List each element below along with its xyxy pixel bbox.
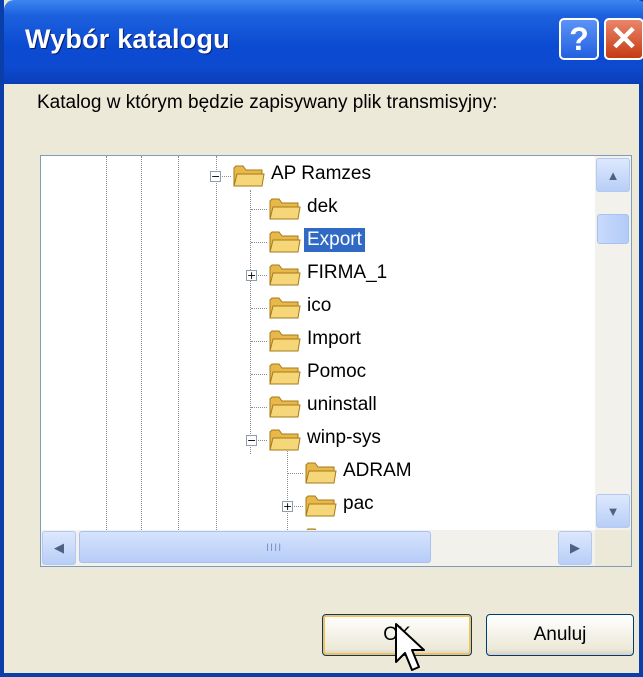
close-button[interactable]: ✕ <box>604 18 643 60</box>
folder-tree[interactable]: − AP Ramzes dek Export + FIRMA_1ico Import Pomo… <box>41 156 595 530</box>
folder-icon <box>269 297 301 319</box>
tree-node[interactable]: + FIRMA_1 <box>41 259 595 291</box>
folder-icon <box>305 462 337 484</box>
cancel-label: Anuluj <box>533 624 587 645</box>
tree-node[interactable]: − AP Ramzes <box>41 160 595 192</box>
tree-node[interactable]: Export <box>41 226 595 258</box>
chevron-up-icon: ▲ <box>606 167 620 183</box>
mouse-pointer-icon <box>395 623 425 671</box>
folder-icon <box>305 495 337 517</box>
horizontal-scrollbar[interactable]: ◀ IIII ▶ <box>41 530 595 566</box>
tree-node[interactable]: + pac <box>41 490 595 522</box>
tree-node[interactable]: − winp-sys <box>41 424 595 456</box>
tree-node-label[interactable]: pac <box>340 492 377 516</box>
tree-node[interactable]: ADRAM <box>41 457 595 489</box>
cancel-button[interactable]: Anuluj <box>486 614 634 656</box>
help-icon: ? <box>569 20 589 57</box>
folder-icon <box>233 165 265 187</box>
tree-node-label[interactable]: uninstall <box>304 393 380 417</box>
chevron-right-icon: ▶ <box>570 540 580 555</box>
tree-node[interactable]: Import <box>41 325 595 357</box>
title-bar[interactable]: Wybór katalogu ? ✕ <box>4 0 643 84</box>
folder-icon <box>269 363 301 385</box>
close-icon: ✕ <box>609 20 639 58</box>
expand-icon[interactable]: + <box>282 501 293 512</box>
tree-node[interactable]: uninstall <box>41 391 595 423</box>
dialog-window: Wybór katalogu ? ✕ Katalog w którym będz… <box>0 0 643 677</box>
chevron-left-icon: ◀ <box>54 540 64 555</box>
tree-connector <box>251 308 267 309</box>
vertical-scrollbar[interactable]: ▲ ▼ <box>595 156 631 530</box>
folder-icon <box>269 396 301 418</box>
folder-icon <box>269 264 301 286</box>
tree-node-label[interactable]: winp-sys <box>304 426 384 450</box>
scroll-down-button[interactable]: ▼ <box>596 494 630 528</box>
window-title: Wybór katalogu <box>25 24 230 54</box>
folder-icon <box>269 330 301 352</box>
scrollbar-corner <box>595 530 631 566</box>
prompt-label: Katalog w którym będzie zapisywany plik … <box>37 92 498 113</box>
folder-icon <box>269 198 301 220</box>
tree-node[interactable]: Pomoc <box>41 358 595 390</box>
tree-node-label[interactable]: Export <box>304 228 365 252</box>
tree-node-label[interactable]: ico <box>304 294 334 318</box>
collapse-icon[interactable]: − <box>246 435 257 446</box>
scroll-up-button[interactable]: ▲ <box>596 158 630 192</box>
tree-node[interactable]: +sys <box>41 523 595 530</box>
scroll-right-button[interactable]: ▶ <box>558 531 592 565</box>
tree-node[interactable]: dek <box>41 193 595 225</box>
tree-connector <box>251 341 267 342</box>
collapse-icon[interactable]: − <box>210 171 221 182</box>
folder-icon <box>269 429 301 451</box>
tree-connector <box>251 209 267 210</box>
folder-icon <box>269 231 301 253</box>
tree-node-label[interactable]: Import <box>304 327 364 351</box>
tree-connector <box>251 374 267 375</box>
chevron-down-icon: ▼ <box>606 503 620 519</box>
horizontal-scroll-thumb[interactable]: IIII <box>79 531 431 563</box>
tree-node-label[interactable]: dek <box>304 195 341 219</box>
scroll-grip: IIII <box>266 542 283 554</box>
scroll-left-button[interactable]: ◀ <box>42 531 76 565</box>
vertical-scroll-thumb[interactable] <box>597 214 629 244</box>
tree-node-label[interactable]: ADRAM <box>340 459 415 483</box>
tree-node-label[interactable]: AP Ramzes <box>268 162 374 186</box>
tree-connector <box>251 242 267 243</box>
tree-node[interactable]: ico <box>41 292 595 324</box>
tree-node-label[interactable]: Pomoc <box>304 360 369 384</box>
folder-tree-panel: − AP Ramzes dek Export + FIRMA_1ico Import Pomo… <box>40 155 632 567</box>
tree-connector <box>251 407 267 408</box>
help-button[interactable]: ? <box>559 18 599 60</box>
tree-node-label[interactable]: FIRMA_1 <box>304 261 390 285</box>
expand-icon[interactable]: + <box>246 270 257 281</box>
tree-connector <box>287 473 303 474</box>
